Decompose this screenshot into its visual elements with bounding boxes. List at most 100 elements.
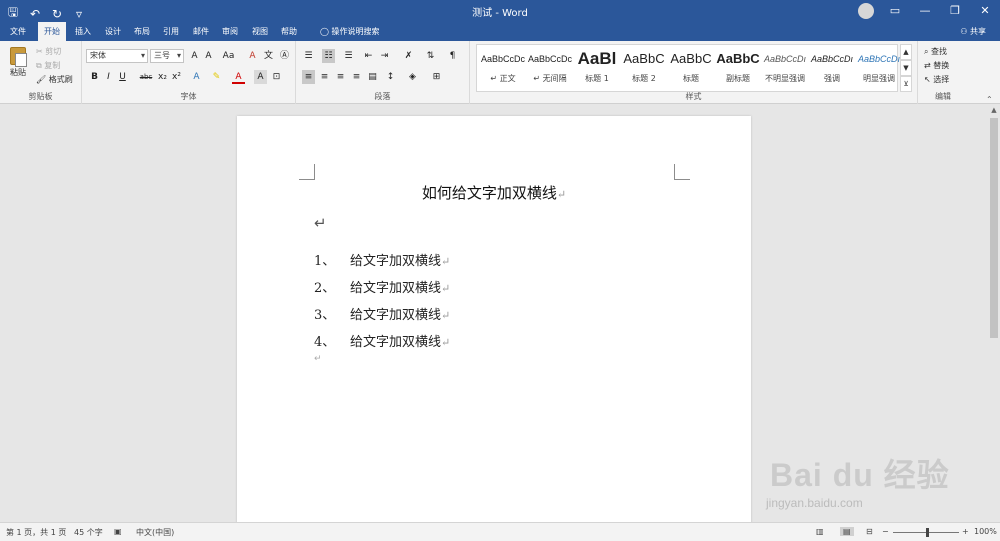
zoom-level[interactable]: 100% [974,527,997,536]
tab-help[interactable]: 帮助 [275,22,303,41]
document-heading[interactable]: 如何给文字加双横线↵ [237,182,751,203]
read-mode-icon[interactable]: ▥ [816,527,824,536]
clipboard-group: 粘贴 ✂ 剪切 ⧉ 复制 🖌 格式刷 剪贴板 [0,41,82,104]
cut-button[interactable]: ✂ 剪切 [36,46,61,57]
style-title[interactable]: AaBbC 标题 [665,45,717,91]
select-button[interactable]: ↖ 选择 [924,74,949,85]
language-indicator[interactable]: 中文(中国) [136,527,174,538]
find-button[interactable]: ⌕ 查找 [924,46,947,57]
align-right-icon[interactable]: ≡ [334,70,347,84]
paste-button[interactable]: 粘贴 [6,45,30,87]
print-layout-icon[interactable]: ▤ [840,527,854,536]
list-item[interactable]: 4、 给文字加双横线↵ [314,331,450,350]
list-item[interactable]: 3、 给文字加双横线↵ [314,304,450,323]
tab-layout[interactable]: 布局 [128,22,156,41]
strikethrough-button[interactable]: abc [138,70,154,84]
align-center-icon[interactable]: ≡ [318,70,331,84]
collapse-ribbon-icon[interactable]: ⌃ [986,95,993,104]
justify-icon[interactable]: ≡ [350,70,363,84]
style-no-spacing[interactable]: AaBbCcDc ↵ 无间隔 [524,45,576,91]
expand-gallery-icon[interactable]: ⊻ [900,76,912,92]
tab-view[interactable]: 视图 [246,22,274,41]
close-icon[interactable]: ✕ [970,0,1000,22]
numbering-icon[interactable]: ☷ [322,49,335,63]
proofing-icon[interactable]: ▣ [114,527,122,536]
list-text: 给文字加双横线 [350,335,442,350]
list-item[interactable]: 2、 给文字加双横线↵ [314,277,450,296]
tab-review[interactable]: 审阅 [216,22,244,41]
align-left-icon[interactable]: ≡ [302,70,315,84]
replace-icon: ⇄ [924,61,934,70]
zoom-out-icon[interactable]: − [882,527,889,536]
subscript-button[interactable]: x₂ [156,70,169,84]
style-name: 副标题 [726,74,750,83]
style-subtitle[interactable]: AaBbC 副标题 [712,45,764,91]
vertical-scrollbar[interactable]: ▲ [988,104,1000,522]
line-spacing-icon[interactable]: ↕ [384,70,397,84]
highlight-icon[interactable]: ✎ [210,70,223,84]
chinese-layout-icon[interactable]: ✗ [402,49,415,63]
style-subtle-emphasis[interactable]: AaBbCcDı 不明显强调 [759,45,811,91]
heading-text: 如何给文字加双横线 [421,184,557,202]
scroll-up-icon[interactable]: ▲ [900,44,912,60]
style-heading-1[interactable]: AaBl 标题 1 [571,45,623,91]
scroll-up-arrow-icon[interactable]: ▲ [988,106,1000,114]
enclose-char-icon[interactable]: Ⓐ [278,49,291,63]
bullets-icon[interactable]: ☰ [302,49,315,63]
font-size-select[interactable]: 三号 [150,49,184,63]
scroll-down-icon[interactable]: ▼ [900,60,912,76]
tab-home[interactable]: 开始 [38,22,66,41]
restore-icon[interactable]: ❐ [940,0,970,22]
replace-button[interactable]: ⇄ 替换 [924,60,949,71]
style-normal[interactable]: AaBbCcDc ↵ 正文 [477,45,529,91]
tab-insert[interactable]: 插入 [69,22,97,41]
page-count[interactable]: 第 1 页，共 1 页 [6,527,66,538]
avatar[interactable] [858,3,874,19]
share-button[interactable]: ⚇ 共享 [960,22,986,41]
underline-button[interactable]: U [116,70,129,84]
style-intense-emphasis[interactable]: AaBbCcDı 明显强调 [853,45,905,91]
change-case-icon[interactable]: Aa [222,49,235,63]
superscript-button[interactable]: x² [170,70,183,84]
phonetic-guide-icon[interactable]: 文 [262,49,275,63]
format-painter-button[interactable]: 🖌 格式刷 [36,74,73,85]
borders-icon[interactable]: ⊞ [430,70,443,84]
shrink-font-icon[interactable]: A [202,49,215,63]
web-layout-icon[interactable]: ⊟ [866,527,873,536]
style-heading-2[interactable]: AaBbC 标题 2 [618,45,670,91]
word-count[interactable]: 45 个字 [74,527,103,538]
style-sample: AaBbCcDc [527,54,572,64]
sort-icon[interactable]: ⇅ [424,49,437,63]
zoom-in-icon[interactable]: + [962,527,969,536]
style-emphasis[interactable]: AaBbCcDı 强调 [806,45,858,91]
tab-mailings[interactable]: 邮件 [187,22,215,41]
document-page[interactable]: 如何给文字加双横线↵ ↵ 1、 给文字加双横线↵ 2、 给文字加双横线↵ 3、 给文字… [237,116,751,522]
increase-indent-icon[interactable]: ⇥ [378,49,391,63]
clear-format-icon[interactable]: A [246,49,259,63]
bold-button[interactable]: B [88,70,101,84]
grow-font-icon[interactable]: A [188,49,201,63]
window-title: 测试 - Word [472,8,528,19]
tab-references[interactable]: 引用 [157,22,185,41]
list-item[interactable]: 1、 给文字加双横线↵ [314,250,450,269]
char-shading-icon[interactable]: A [254,70,267,84]
decrease-indent-icon[interactable]: ⇤ [362,49,375,63]
copy-button[interactable]: ⧉ 复制 [36,60,60,71]
char-border-icon[interactable]: ⊡ [270,70,283,84]
show-marks-icon[interactable]: ¶ [446,49,459,63]
minimize-icon[interactable]: — [910,0,940,22]
font-color-button[interactable]: A [232,70,245,84]
scrollbar-thumb[interactable] [990,118,998,338]
font-name-select[interactable]: 宋体 [86,49,148,63]
tell-me-search[interactable]: ◯ 操作说明搜索 [314,22,386,41]
multilevel-list-icon[interactable]: ☰ [342,49,355,63]
tab-file[interactable]: 文件 [4,22,32,41]
text-effects-icon[interactable]: A [190,70,203,84]
tab-design[interactable]: 设计 [99,22,127,41]
ribbon-display-icon[interactable]: ▭ [880,0,910,22]
italic-button[interactable]: I [102,70,115,84]
zoom-slider-thumb[interactable] [926,528,929,537]
watermark-logo: Bai du 经验 [770,457,950,493]
distributed-icon[interactable]: ▤ [366,70,379,84]
shading-icon[interactable]: ◈ [406,70,419,84]
